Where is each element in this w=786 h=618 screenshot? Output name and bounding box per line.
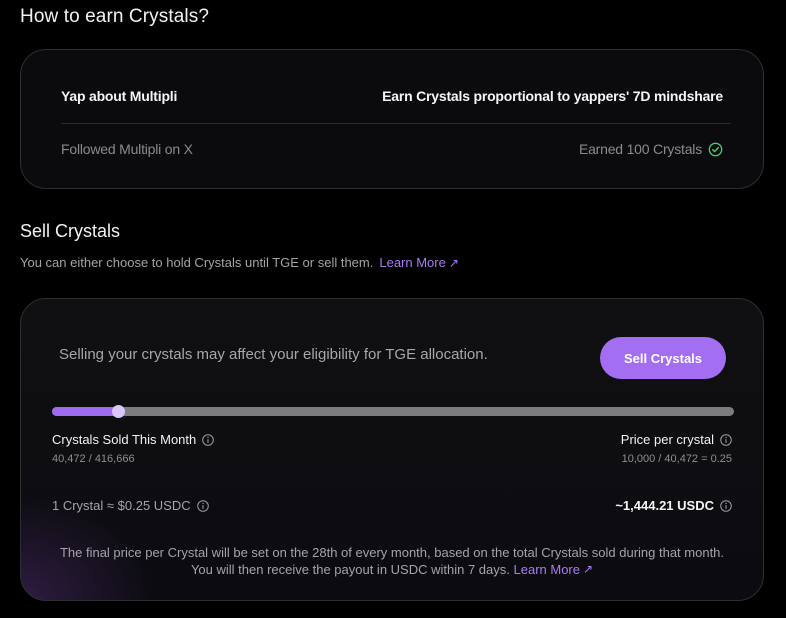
info-icon[interactable] (202, 433, 215, 446)
footnote-text: The final price per Crystal will be set … (59, 545, 725, 577)
info-icon[interactable] (196, 499, 209, 512)
info-icon[interactable] (720, 433, 732, 446)
payout-estimate: ~1,444.21 USDC (615, 498, 732, 513)
external-arrow-icon: ↗ (582, 562, 594, 576)
sell-subtitle: You can either choose to hold Crystals u… (20, 255, 459, 270)
progress-thumb[interactable] (112, 405, 126, 418)
crystals-sold-stat: Crystals Sold This Month 40,472 / 416,66… (52, 432, 215, 465)
price-label-row: Price per crystal (621, 432, 732, 447)
price-per-crystal-label: Price per crystal (620, 432, 714, 447)
price-per-crystal-stat: Price per crystal 10,000 / 40,472 = 0.25 (621, 432, 732, 465)
tge-warning-text: Selling your crystals may affect your el… (59, 346, 488, 363)
earn-section-title: How to earn Crystals? (20, 6, 210, 27)
sell-section-title: Sell Crystals (20, 221, 121, 241)
crystals-sold-label-row: Crystals Sold This Month (52, 432, 215, 447)
check-circle-icon (708, 142, 723, 157)
payout-value: ~1,444.21 USDC (615, 498, 714, 513)
conversion-rate-text: 1 Crystal ≈ $0.25 USDC (52, 498, 191, 513)
sell-crystals-button[interactable]: Sell Crystals (600, 337, 726, 379)
external-arrow-icon: ↗ (448, 255, 459, 270)
learn-more-label: Learn More (513, 562, 580, 577)
sell-card: Selling your crystals may affect your el… (20, 298, 764, 601)
earn-row-yap: Yap about Multipli Earn Crystals proport… (61, 86, 723, 106)
earn-reward-label: Earn Crystals proportional to yappers' 7… (382, 88, 723, 104)
earned-label: Earned 100 Crystals (578, 141, 702, 157)
info-icon[interactable] (720, 499, 732, 512)
learn-more-link[interactable]: Learn More ↗ (379, 255, 459, 270)
earned-status: Earned 100 Crystals (579, 141, 723, 157)
footnote-learn-more-link[interactable]: Learn More ↗ (514, 561, 594, 578)
progress-fill (52, 407, 119, 416)
payout-footnote: The final price per Crystal will be set … (51, 544, 733, 578)
price-per-crystal-value: 10,000 / 40,472 = 0.25 (621, 453, 732, 465)
conversion-rate: 1 Crystal ≈ $0.25 USDC (52, 498, 209, 513)
divider (61, 123, 731, 124)
earn-task-label: Yap about Multipli (61, 88, 178, 104)
earn-task-label: Followed Multipli on X (61, 141, 193, 157)
crystals-sold-progress[interactable] (52, 405, 734, 418)
crystals-sold-value: 40,472 / 416,666 (52, 453, 135, 465)
crystals-sold-label: Crystals Sold This Month (52, 432, 197, 447)
earn-row-follow: Followed Multipli on X Earned 100 Crysta… (61, 139, 723, 159)
page: How to earn Crystals? Yap about Multipli… (0, 0, 786, 618)
earn-card: Yap about Multipli Earn Crystals proport… (20, 49, 764, 189)
sell-subtitle-text: You can either choose to hold Crystals u… (20, 255, 374, 270)
learn-more-label: Learn More (379, 255, 446, 270)
